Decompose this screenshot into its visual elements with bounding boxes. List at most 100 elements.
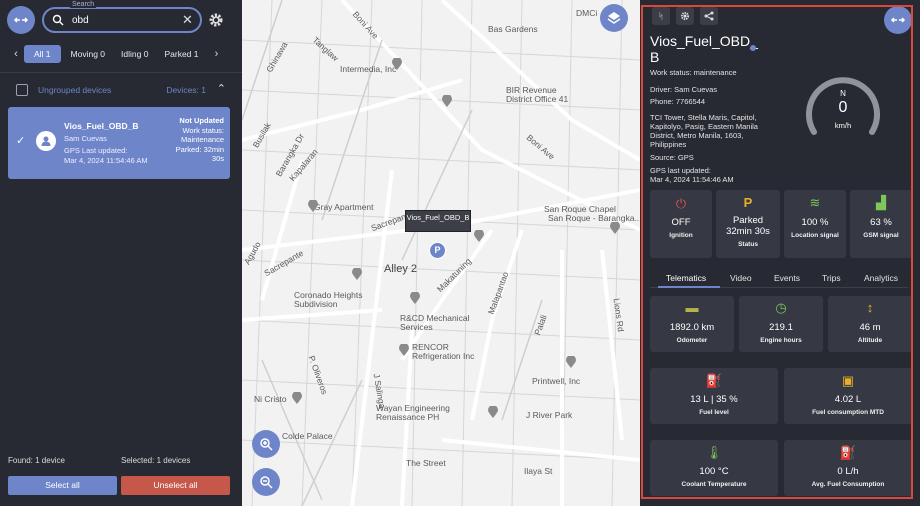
share-button[interactable]: [700, 7, 718, 25]
search-input[interactable]: obd: [72, 15, 89, 26]
status-work-label: Work status:: [182, 125, 224, 135]
tab-events[interactable]: Events: [774, 273, 800, 283]
map-pin-icon: [566, 356, 576, 368]
settings-button[interactable]: [676, 7, 694, 25]
gauge-speed: 0: [838, 99, 848, 116]
checkmark-icon[interactable]: ✓: [16, 136, 27, 147]
tab-moving[interactable]: Moving 0: [65, 45, 112, 63]
chevron-right-icon[interactable]: ›: [209, 48, 225, 60]
tab-video[interactable]: Video: [730, 273, 752, 283]
tab-idling[interactable]: Idling 0: [115, 45, 154, 63]
zoom-in-button[interactable]: [252, 430, 280, 458]
map-pin-icon: [474, 230, 484, 242]
status-parked: Parked: 32min: [175, 144, 224, 154]
group-name: Ungrouped devices: [38, 85, 112, 95]
map-pin-icon: [442, 95, 452, 107]
coolant-temp-label: Coolant Temperature: [681, 481, 747, 488]
map-label-bas-gardens: Bas Gardens: [488, 24, 538, 34]
device-list-item[interactable]: ✓ Vios_Fuel_OBD_B Sam Cuevas GPS Last up…: [8, 107, 230, 179]
avg-fuel-label: Avg. Fuel Consumption: [811, 481, 885, 488]
map-label-coronado: Coronado Heights Subdivision: [294, 290, 363, 309]
collapse-detail-button[interactable]: [884, 6, 912, 34]
device-status: Not Updated Work status: Maintenance Par…: [176, 116, 224, 164]
chevron-up-icon[interactable]: ⌃: [217, 82, 226, 95]
gsm-signal-value: 63 %: [870, 217, 892, 228]
map-label-rcd: R&CD Mechanical Services: [400, 313, 470, 332]
device-filter-tabs: ‹ All 1 Moving 0 Idling 0 Parked 1 ›: [8, 44, 234, 64]
unselect-all-button[interactable]: Unselect all: [121, 476, 230, 495]
fuel-level-value: 13 L | 35 %: [690, 394, 738, 405]
map-label-printwell: Printwell, Inc: [532, 376, 581, 386]
tab-analytics[interactable]: Analytics: [864, 273, 898, 283]
altitude-label: Altitude: [857, 337, 883, 344]
search-field[interactable]: Search obd ✕: [42, 1, 202, 33]
device-gps-updated: GPS Last updated: Mar 4, 2024 11:54:46 AM: [64, 146, 164, 166]
tab-all[interactable]: All 1: [24, 45, 61, 63]
speed-gauge: N 0 km/h: [802, 70, 884, 140]
avatar: [36, 131, 56, 151]
avg-fuel-value: 0 L/h: [837, 466, 859, 477]
coolant-temp-value: 100 °C: [699, 466, 729, 477]
map-label-rencor: RENCOR Refrigeration Inc: [412, 342, 475, 361]
driver-phone: Phone: 7766544: [650, 97, 706, 106]
collapse-panel-button[interactable]: [7, 6, 35, 34]
status-parked-seconds: 30s: [211, 154, 224, 163]
fuel-pump-icon: ⛽: [839, 445, 857, 460]
map-label-intermedia: Intermedia, Inc: [340, 64, 397, 74]
settings-gear-icon[interactable]: [208, 12, 224, 28]
location-source: Source: GPS: [650, 153, 694, 162]
odometer-value: 1892.0 km: [669, 322, 715, 333]
altitude-value: 46 m: [859, 322, 881, 333]
group-checkbox[interactable]: [16, 84, 28, 96]
tab-parked[interactable]: Parked 1: [158, 45, 204, 63]
map-label-gray-apartment: Gray Apartment: [314, 202, 374, 212]
gps-updated-label: GPS last updated:: [650, 166, 711, 175]
active-tab-indicator: [658, 286, 720, 288]
zoom-out-button[interactable]: [252, 468, 280, 496]
engine-hours-label: Engine hours: [760, 337, 802, 344]
vehicle-name: Vios_Fuel_OBD_ B: [650, 33, 758, 65]
map-pin-icon: [308, 200, 318, 212]
odometer-label: Odometer: [676, 337, 708, 344]
fuel-consumption-card: ▣ 4.02 L Fuel consumption MTD: [784, 368, 912, 424]
status-not-updated: Not Updated: [179, 116, 224, 125]
vehicle-marker[interactable]: P: [429, 242, 446, 259]
thermometer-icon: 🌡: [705, 445, 723, 460]
clear-search-icon[interactable]: ✕: [182, 13, 194, 27]
map-label-alley2: Alley 2: [384, 263, 418, 275]
status-dot: [750, 45, 756, 51]
zoom-in-icon: [260, 438, 273, 451]
detail-tabs: Telematics Video Events Trips Analytics: [650, 270, 908, 288]
vehicle-address: TCI Tower, Stella Maris, Capitol, Kapito…: [650, 113, 758, 149]
tab-trips[interactable]: Trips: [822, 273, 841, 283]
device-list-panel: Search obd ✕ ‹ All 1 Moving 0 Idling 0 P…: [0, 0, 242, 506]
select-all-button[interactable]: Select all: [8, 476, 117, 495]
fuel-consumption-value: 4.02 L: [834, 394, 862, 405]
status-value: Parked 32min 30s: [726, 215, 770, 237]
work-status: Work status: maintenance: [650, 68, 737, 77]
gsm-signal-card: ▟ 63 % GSM signal: [850, 190, 912, 258]
search-label: Search: [70, 1, 97, 8]
map-label-san-roque-brgy: San Roque - Barangka...: [548, 213, 640, 223]
location-signal-value: 100 %: [801, 217, 829, 228]
map-label-bir: BIR Revenue District Office 41: [506, 85, 569, 104]
chevron-left-icon[interactable]: ‹: [8, 48, 24, 60]
map-layers-button[interactable]: [600, 4, 628, 32]
arrows-swap-icon: [890, 17, 906, 23]
layers-icon: [607, 12, 621, 24]
group-count: Devices: 1: [166, 85, 206, 95]
route-button[interactable]: ᛋ: [652, 7, 670, 25]
vehicle-detail-panel: ᛋ Vios_Fuel_OBD_ B Work status: maintena…: [640, 0, 920, 506]
fuel-can-icon: ▣: [841, 373, 855, 388]
search-icon: [52, 14, 64, 26]
device-name: Vios_Fuel_OBD_B: [64, 121, 139, 131]
map-view[interactable]: Boni Ave DMCi Bas Gardens Tanglaw Ghinaw…: [242, 0, 640, 506]
device-group-row[interactable]: Ungrouped devices Devices: 1 ⌃: [8, 80, 234, 100]
gsm-signal-label: GSM signal: [863, 232, 899, 239]
clock-icon: ◷: [775, 300, 787, 315]
fuel-level-label: Fuel level: [699, 409, 729, 416]
engine-hours-value: 219.1: [769, 322, 793, 333]
altitude-card: ↕ 46 m Altitude: [828, 296, 912, 352]
tab-telematics[interactable]: Telematics: [666, 273, 706, 283]
location-signal-label: Location signal: [791, 232, 839, 239]
